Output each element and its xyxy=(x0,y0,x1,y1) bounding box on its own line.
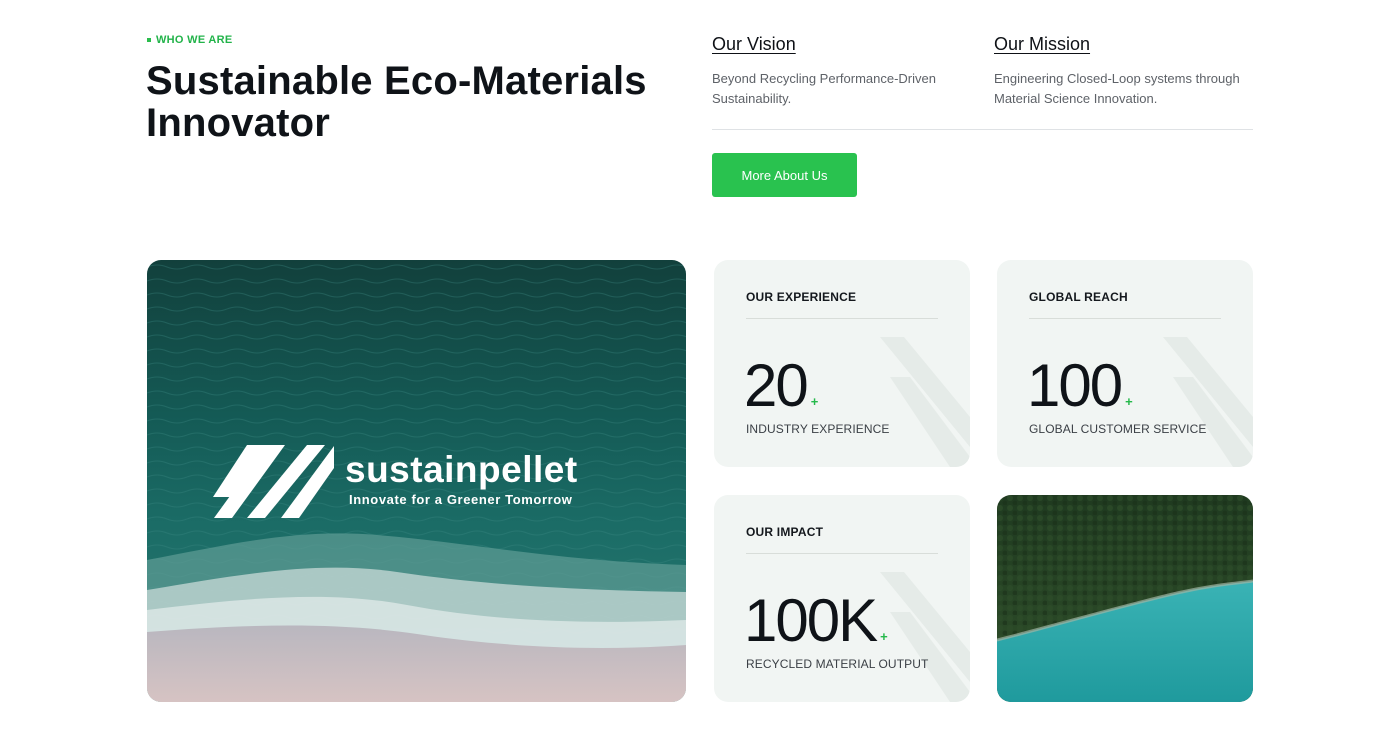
page-title: Sustainable Eco-Materials Innovator xyxy=(146,59,647,145)
plus-icon: + xyxy=(810,394,819,409)
plus-icon: + xyxy=(880,629,888,644)
more-about-us-button[interactable]: More About Us xyxy=(712,153,857,197)
stat-divider xyxy=(746,553,938,554)
mission-block: Our Mission Engineering Closed-Loop syst… xyxy=(994,34,1254,109)
mission-heading[interactable]: Our Mission xyxy=(994,34,1254,55)
stripes-decoration-icon xyxy=(880,572,970,702)
section-divider xyxy=(712,129,1253,130)
stat-card-experience: OUR EXPERIENCE 20 + INDUSTRY EXPERIENCE xyxy=(714,260,970,467)
stat-label: OUR IMPACT xyxy=(746,525,824,539)
mission-text: Engineering Closed-Loop systems through … xyxy=(994,71,1240,106)
vision-block: Our Vision Beyond Recycling Performance-… xyxy=(712,34,972,109)
eyebrow: WHO WE ARE xyxy=(147,34,233,46)
stripes-decoration-icon xyxy=(1163,337,1253,467)
stat-card-impact: OUR IMPACT 100K + RECYCLED MATERIAL OUTPU… xyxy=(714,495,970,702)
stat-value: 20 + xyxy=(744,352,819,419)
brand-lockup: sustainpellet Innovate for a Greener Tom… xyxy=(345,449,578,508)
stat-label: OUR EXPERIENCE xyxy=(746,290,857,304)
stat-value: 100 + xyxy=(1027,352,1133,419)
stat-divider xyxy=(746,318,938,319)
vision-heading[interactable]: Our Vision xyxy=(712,34,972,55)
stat-caption: RECYCLED MATERIAL OUTPUT xyxy=(746,657,929,671)
stat-divider xyxy=(1029,318,1221,319)
stat-label: GLOBAL REACH xyxy=(1029,290,1128,304)
stat-caption: INDUSTRY EXPERIENCE xyxy=(746,422,890,436)
stat-value: 100K + xyxy=(744,587,888,654)
plus-icon: + xyxy=(1125,394,1133,409)
forest-coast-illustration xyxy=(997,495,1253,702)
stripes-decoration-icon xyxy=(880,337,970,467)
coastline-image xyxy=(997,495,1253,702)
eyebrow-marker xyxy=(147,38,151,42)
brand-name: sustainpellet xyxy=(345,449,578,490)
brand-tagline: Innovate for a Greener Tomorrow xyxy=(349,492,573,507)
stat-caption: GLOBAL CUSTOMER SERVICE xyxy=(1029,422,1207,436)
stat-card-global-reach: GLOBAL REACH 100 + GLOBAL CUSTOMER SERVIC… xyxy=(997,260,1253,467)
vision-text: Beyond Recycling Performance-Driven Sust… xyxy=(712,71,936,106)
eyebrow-label: WHO WE ARE xyxy=(156,34,233,46)
